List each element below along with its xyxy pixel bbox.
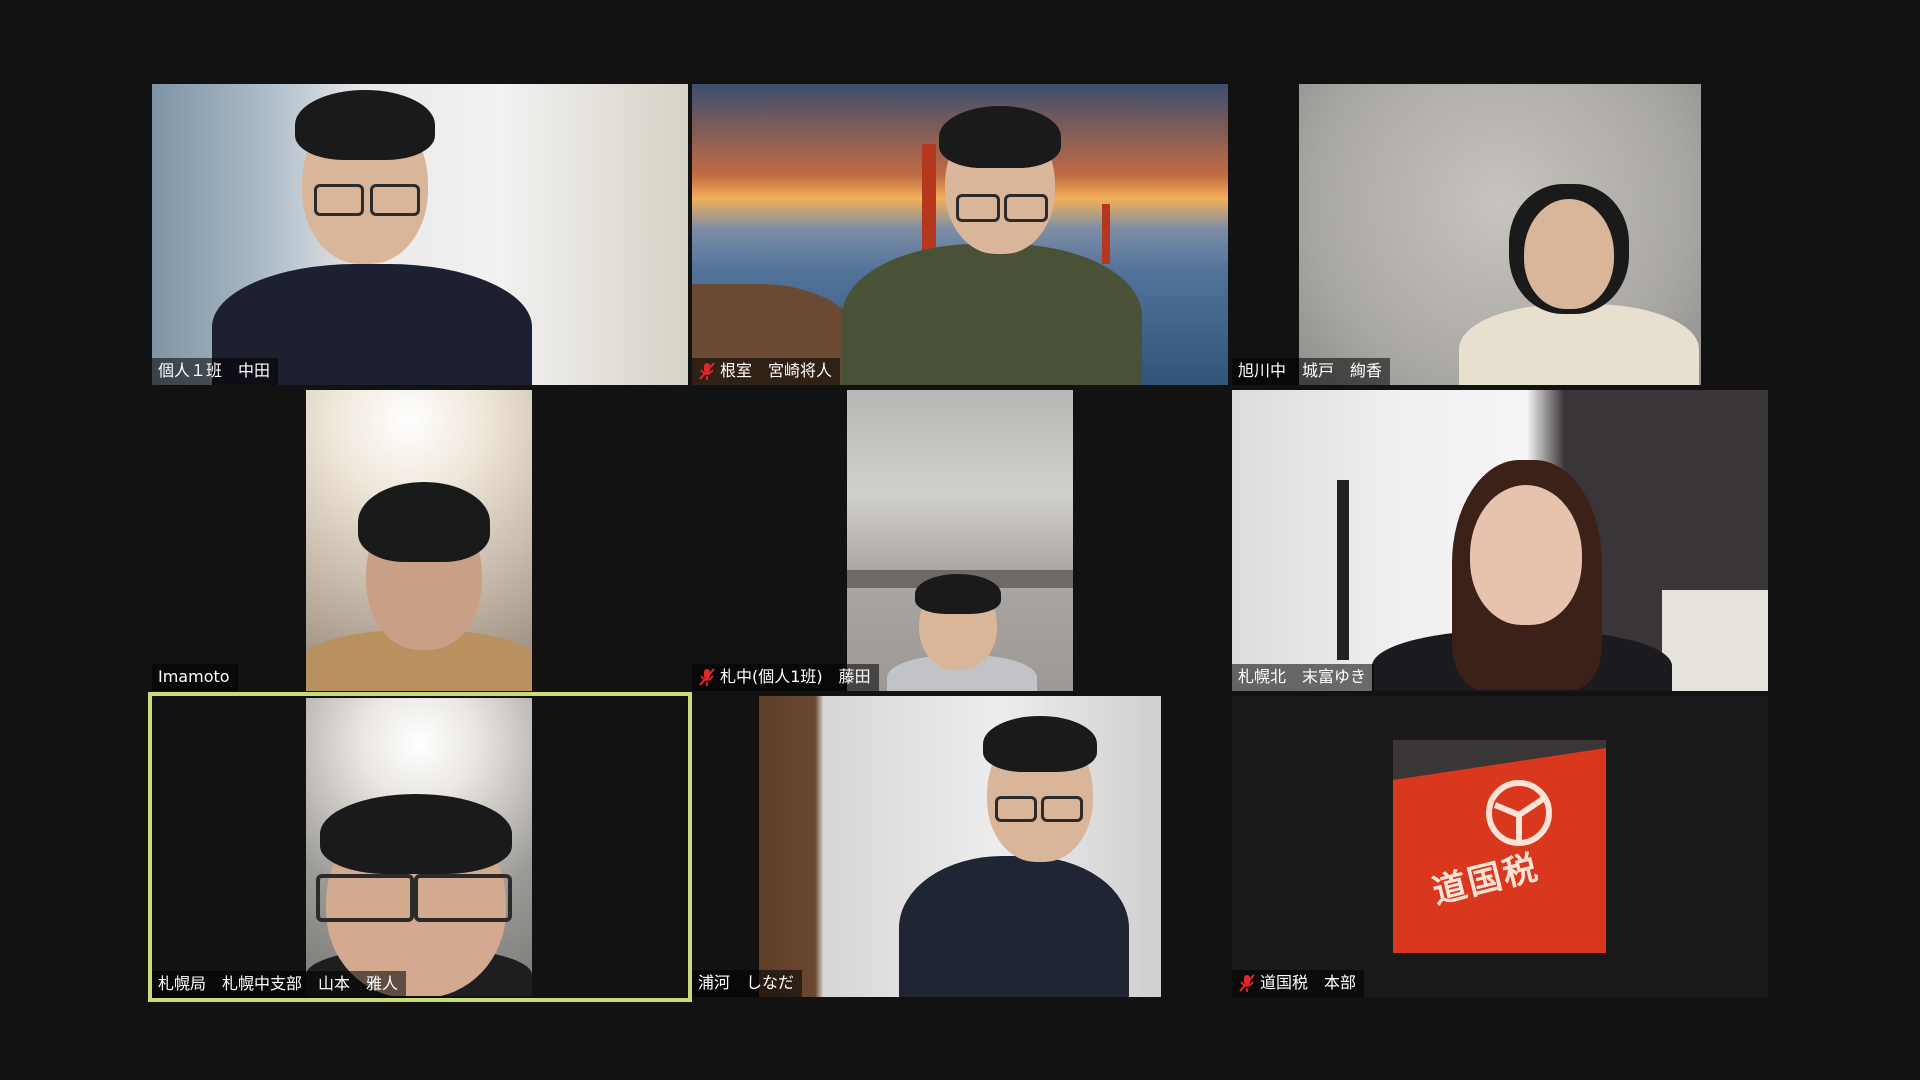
participant-tile-nakata[interactable]: 個人１班 中田 (152, 84, 688, 385)
participant-name: 札幌局 札幌中支部 山本 雅人 (158, 974, 399, 993)
participant-name: 札中(個人1班) 藤田 (720, 667, 871, 686)
video-gallery: 個人１班 中田 根室 宮崎将人 旭川中 城戸 絢香 Imamoto 札中(個人1… (0, 0, 1920, 1080)
participant-video (1232, 390, 1768, 691)
participant-tile-miyazaki[interactable]: 根室 宮崎将人 (692, 84, 1228, 385)
microphone-muted-icon (699, 668, 715, 686)
participant-name-tag: 旭川中 城戸 絢香 (1232, 358, 1391, 385)
microphone-muted-icon (699, 362, 715, 380)
participant-video (306, 390, 532, 691)
participant-video (847, 390, 1073, 691)
participant-name-tag: 個人１班 中田 (152, 358, 279, 385)
participant-video (1299, 84, 1701, 385)
participant-video (152, 84, 688, 385)
participant-name: 道国税 本部 (1260, 973, 1357, 992)
participant-name-tag: 札幌局 札幌中支部 山本 雅人 (152, 971, 407, 998)
participant-name-tag: 浦河 しなだ (692, 970, 803, 997)
microphone-muted-icon (1239, 974, 1255, 992)
flag-emblem-icon (1486, 780, 1552, 846)
participant-video (759, 696, 1161, 997)
participant-tile-fujita[interactable]: 札中(個人1班) 藤田 (692, 390, 1228, 691)
participant-name-tag: 根室 宮崎将人 (692, 358, 841, 385)
participant-tile-kido[interactable]: 旭川中 城戸 絢香 (1232, 84, 1768, 385)
participant-tile-imamoto[interactable]: Imamoto (152, 390, 688, 691)
participant-name: 旭川中 城戸 絢香 (1238, 361, 1383, 380)
participant-tile-suetomi[interactable]: 札幌北 末富ゆき (1232, 390, 1768, 691)
participant-video (692, 84, 1228, 385)
participant-name-tag: 道国税 本部 (1232, 970, 1365, 997)
participant-tile-shinada[interactable]: 浦河 しなだ (692, 696, 1228, 997)
participant-name: 浦河 しなだ (698, 973, 795, 992)
participant-tile-honbu[interactable]: 道国税 道国税 本部 (1232, 696, 1768, 997)
participant-name: 札幌北 末富ゆき (1238, 667, 1367, 686)
participant-name-tag: 札中(個人1班) 藤田 (692, 664, 879, 691)
participant-name: 個人１班 中田 (158, 361, 271, 380)
flag-text: 道国税 (1428, 847, 1544, 913)
participant-name: 根室 宮崎将人 (720, 361, 833, 380)
participant-tile-yamamoto[interactable]: 札幌局 札幌中支部 山本 雅人 (148, 692, 692, 1002)
participant-name-tag: Imamoto (152, 664, 238, 691)
participant-video (306, 698, 532, 996)
participant-video: 道国税 (1393, 740, 1606, 953)
participant-name: Imamoto (158, 667, 230, 686)
participant-name-tag: 札幌北 末富ゆき (1232, 664, 1375, 691)
